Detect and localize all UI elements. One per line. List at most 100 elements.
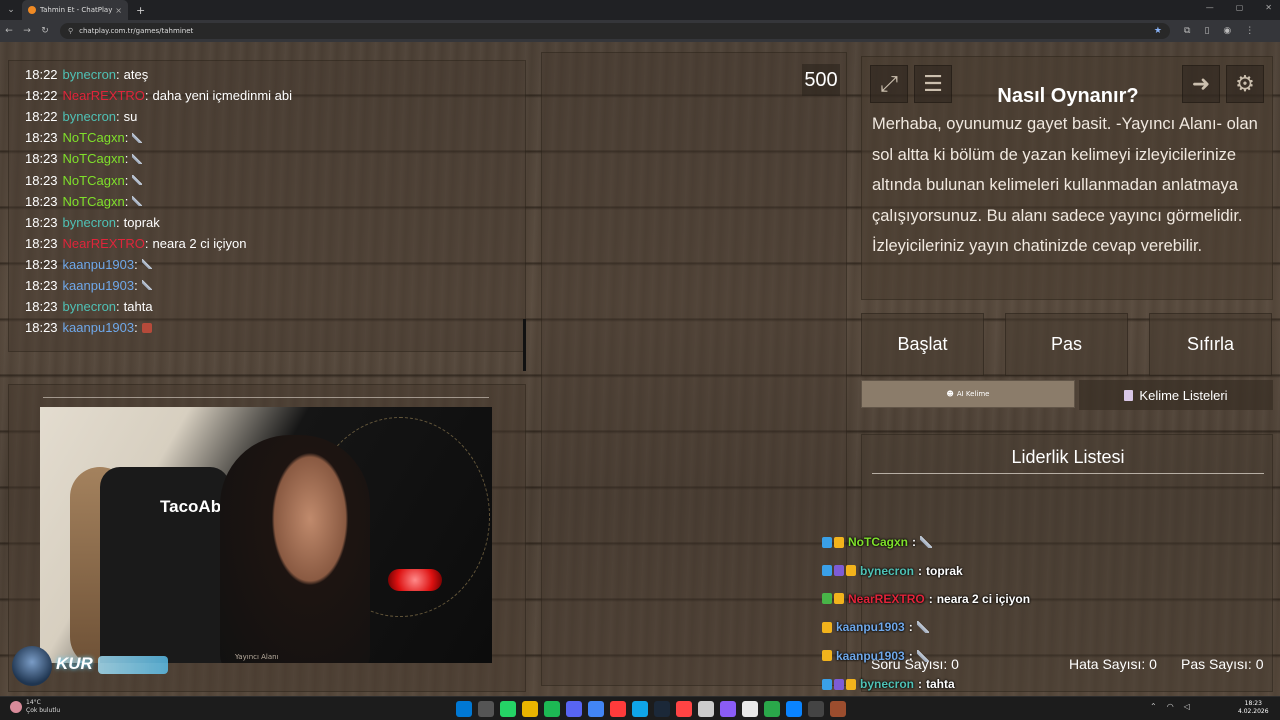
taskbar-app-icon[interactable] — [698, 701, 714, 717]
settings-gear-icon[interactable]: ⚙ — [1226, 65, 1264, 103]
chat-username[interactable]: NoTCagxn — [63, 130, 125, 145]
taskbar-app-icon[interactable] — [764, 701, 780, 717]
chat-separator: : — [134, 320, 138, 336]
taskbar-app-icon[interactable] — [544, 701, 560, 717]
chat-text: su — [123, 109, 138, 125]
how-to-play-panel: ⤢ ☰ Nasıl Oynanır? ➜ ⚙ Merhaba, oyunumuz… — [861, 56, 1273, 300]
chat-username[interactable]: NoTCagxn — [63, 194, 125, 209]
overlay-separator: : — [928, 591, 933, 606]
document-icon[interactable]: ☰ — [914, 65, 952, 103]
taskbar-app-icon[interactable] — [720, 701, 736, 717]
taskbar-app-icon[interactable] — [786, 701, 802, 717]
chat-username[interactable]: NearREXTRO — [63, 236, 145, 251]
chat-time: 18:23 — [25, 130, 58, 146]
sidepanel-icon[interactable]: ▯ — [1204, 26, 1209, 36]
purple-badge-icon — [834, 678, 844, 690]
new-tab-icon[interactable]: + — [136, 4, 145, 17]
chat-separator: : — [134, 256, 138, 272]
chat-text: toprak — [123, 214, 160, 230]
sword-emote-icon — [916, 649, 929, 662]
chat-message: 18:23 NoTCagxn: — [25, 169, 515, 190]
overlay-username: kaanpu1903 — [836, 620, 905, 635]
chat-message: 18:23 NoTCagxn: — [25, 148, 515, 169]
chat-message: 18:23 kaanpu1903: — [25, 254, 515, 275]
forward-icon[interactable]: → — [18, 26, 36, 36]
tab-search-icon[interactable]: ⌄ — [0, 5, 22, 15]
logout-icon[interactable]: ➜ — [1182, 65, 1220, 103]
profile-icon[interactable]: ◉ — [1223, 26, 1231, 36]
game-page: 18:22 bynecron: ateş 18:22 NearREXTRO: daha y… — [0, 42, 1280, 696]
bookmark-star-icon[interactable]: ★ — [1154, 26, 1162, 36]
minimize-icon[interactable]: — — [1206, 3, 1214, 12]
taskbar-app-icon[interactable] — [478, 701, 494, 717]
chat-username[interactable]: bynecron — [63, 109, 116, 124]
miss-count: Hata Sayısı: 0 — [1069, 656, 1157, 672]
blue-badge-icon — [822, 565, 832, 577]
tab-word-lists[interactable]: Kelime Listeleri — [1079, 380, 1273, 410]
wolf-logo-icon — [12, 646, 52, 686]
taskbar-app-icon[interactable] — [808, 701, 824, 717]
start-button[interactable]: Başlat — [861, 313, 984, 376]
taskbar-app-icon[interactable] — [632, 701, 648, 717]
weather-icon — [10, 701, 22, 713]
address-bar[interactable]: ⚲ chatplay.com.tr/games/tahminet ★ — [60, 23, 1170, 39]
taskbar-app-icon[interactable] — [566, 701, 582, 717]
extensions-icon[interactable]: ⧉ — [1184, 26, 1190, 36]
close-tab-icon[interactable]: × — [115, 6, 122, 15]
overlay-text: neara 2 ci içiyon — [936, 591, 1031, 606]
windows-taskbar: 14°C Çok bulutlu ⌃ ◠ ◁ 18:23 4.02.2026 — [0, 696, 1280, 720]
chat-username[interactable]: bynecron — [63, 67, 116, 82]
gold-badge-icon — [822, 621, 832, 633]
chat-username[interactable]: kaanpu1903 — [63, 278, 135, 293]
overlay-chat-message: NoTCagxn: — [822, 528, 1062, 556]
taskbar-apps — [456, 701, 846, 717]
chat-username[interactable]: NoTCagxn — [63, 173, 125, 188]
robot-icon: ☻ — [946, 390, 954, 398]
chat-time: 18:23 — [25, 235, 58, 251]
chat-separator: : — [116, 299, 120, 315]
taskbar-app-icon[interactable] — [676, 701, 692, 717]
chat-text: ateş — [123, 67, 149, 83]
maximize-icon[interactable]: ▢ — [1236, 3, 1244, 12]
network-icon[interactable]: ◠ — [1167, 702, 1174, 711]
reload-icon[interactable]: ↻ — [36, 26, 54, 36]
pass-button[interactable]: Pas — [1005, 313, 1128, 376]
chat-time: 18:23 — [25, 172, 58, 188]
tab-word-lists-label: Kelime Listeleri — [1139, 387, 1228, 403]
chat-username[interactable]: kaanpu1903 — [63, 257, 135, 272]
window-controls: — ▢ ✕ — [1206, 3, 1272, 12]
chair-label: TacoAbi — [160, 497, 226, 516]
browser-tab[interactable]: Tahmin Et - ChatPlay × — [22, 0, 128, 20]
close-window-icon[interactable]: ✕ — [1265, 3, 1272, 12]
taskbar-app-icon[interactable] — [588, 701, 604, 717]
volume-icon[interactable]: ◁ — [1184, 702, 1190, 711]
weather-widget[interactable]: 14°C Çok bulutlu — [10, 699, 60, 715]
taskbar-app-icon[interactable] — [610, 701, 626, 717]
reset-button[interactable]: Sıfırla — [1149, 313, 1272, 376]
overlay-chat-message: kaanpu1903: — [822, 642, 1062, 670]
menu-icon[interactable]: ⋮ — [1245, 26, 1254, 36]
gold-badge-icon — [846, 565, 856, 577]
overlay-separator: : — [918, 563, 923, 578]
taskbar-app-icon[interactable] — [522, 701, 538, 717]
fullscreen-icon[interactable]: ⤢ — [870, 65, 908, 103]
taskbar-clock[interactable]: 18:23 4.02.2026 — [1238, 700, 1269, 716]
taskbar-app-icon[interactable] — [500, 701, 516, 717]
taskbar-app-icon[interactable] — [742, 701, 758, 717]
taskbar-app-icon[interactable] — [456, 701, 472, 717]
chat-scrollbar[interactable] — [523, 319, 526, 371]
taskbar-app-icon[interactable] — [654, 701, 670, 717]
chat-username[interactable]: bynecron — [63, 299, 116, 314]
chat-username[interactable]: bynecron — [63, 215, 116, 230]
chat-username[interactable]: kaanpu1903 — [63, 320, 135, 335]
tray-chevron-icon[interactable]: ⌃ — [1150, 702, 1157, 711]
chat-message: 18:23 NoTCagxn: — [25, 191, 515, 212]
tab-ai-word[interactable]: ☻ AI Kelime — [861, 380, 1075, 408]
back-icon[interactable]: ← — [0, 26, 18, 36]
chat-username[interactable]: NoTCagxn — [63, 151, 125, 166]
chat-username[interactable]: NearREXTRO — [63, 88, 145, 103]
site-info-icon[interactable]: ⚲ — [68, 27, 73, 35]
overlay-chat-message: kaanpu1903: — [822, 613, 1062, 641]
green-badge-icon — [822, 593, 832, 605]
taskbar-app-icon[interactable] — [830, 701, 846, 717]
